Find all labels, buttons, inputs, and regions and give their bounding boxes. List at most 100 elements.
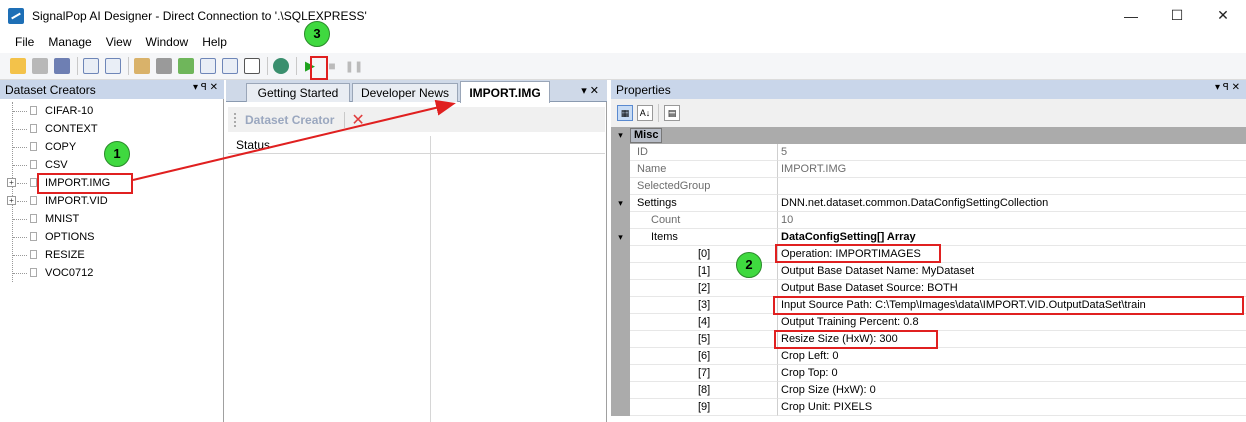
property-value[interactable]: 5 [778, 144, 1246, 161]
close-button[interactable]: ✕ [1200, 0, 1246, 31]
property-row[interactable]: Name IMPORT.IMG [611, 161, 1246, 178]
panel-pin-controls[interactable]: ▾ ꟼ ✕ [1215, 82, 1240, 93]
grid-gutter [611, 297, 630, 314]
collapse-icon[interactable]: ▾ [611, 229, 630, 246]
property-row[interactable]: [1] Output Base Dataset Name: MyDataset [611, 263, 1246, 280]
calculator-icon[interactable] [83, 58, 99, 74]
tab-import-img[interactable]: IMPORT.IMG [460, 81, 550, 103]
property-value[interactable]: DNN.net.dataset.common.DataConfigSetting… [778, 195, 1246, 212]
dataset-creators-header: Dataset Creators ▾ ꟼ ✕ [0, 80, 224, 99]
property-value[interactable]: Crop Size (HxW): 0 [778, 382, 1246, 399]
menu-view[interactable]: View [99, 35, 139, 49]
property-row[interactable]: [6] Crop Left: 0 [611, 348, 1246, 365]
property-value[interactable] [778, 178, 1246, 195]
property-row[interactable]: ▾ Settings DNN.net.dataset.common.DataConf… [611, 195, 1246, 212]
property-row[interactable]: Count 10 [611, 212, 1246, 229]
tab-developer-news[interactable]: Developer News [352, 83, 458, 102]
dataset-creators-panel: Dataset Creators ▾ ꟼ ✕ CIFAR-10 CONTEXT … [0, 80, 224, 422]
property-row[interactable]: [8] Crop Size (HxW): 0 [611, 382, 1246, 399]
grid-gutter [611, 212, 630, 229]
tree-item[interactable]: MNIST [0, 210, 224, 228]
menu-help[interactable]: Help [195, 35, 234, 49]
grid-gutter [611, 399, 630, 416]
property-name: Count [630, 212, 778, 229]
dataset-creator-button[interactable]: Dataset Creator [245, 113, 334, 127]
property-value[interactable]: IMPORT.IMG [778, 161, 1246, 178]
dataset-icon[interactable] [134, 58, 150, 74]
tab-getting-started[interactable]: Getting Started [246, 83, 350, 102]
collapse-icon[interactable]: ▾ [611, 195, 630, 212]
column-divider [430, 136, 431, 422]
collapse-icon[interactable]: ▾ [611, 130, 630, 141]
property-name: [7] [630, 365, 778, 382]
property-row[interactable]: [9] Crop Unit: PIXELS [611, 399, 1246, 416]
connect-icon[interactable] [273, 58, 289, 74]
menu-bar: File Manage View Window Help [0, 31, 1246, 52]
save-all-icon[interactable] [54, 58, 70, 74]
callout-highlight-input-path [773, 296, 1244, 315]
open-folder-icon[interactable] [10, 58, 26, 74]
property-value[interactable]: Crop Unit: PIXELS [778, 399, 1246, 416]
property-name: [3] [630, 297, 778, 314]
document-icon[interactable] [244, 58, 260, 74]
file-icon [30, 232, 37, 241]
status-column-header: Status [228, 136, 605, 154]
maximize-button[interactable]: ☐ [1154, 0, 1200, 31]
panel-pin-controls[interactable]: ▾ ꟼ ✕ [193, 82, 218, 93]
property-value[interactable]: Output Base Dataset Source: BOTH [778, 280, 1246, 297]
title-bar: SignalPop AI Designer - Direct Connectio… [0, 0, 1246, 31]
property-name: Name [630, 161, 778, 178]
menu-file[interactable]: File [8, 35, 41, 49]
grid-gutter [611, 161, 630, 178]
dataset-creator-toolbar: Dataset Creator ✕ [228, 107, 605, 132]
chart-icon[interactable] [178, 58, 194, 74]
property-name: SelectedGroup [630, 178, 778, 195]
grid-gutter [611, 178, 630, 195]
menu-window[interactable]: Window [139, 35, 196, 49]
minimize-button[interactable]: — [1108, 0, 1154, 31]
property-row[interactable]: [2] Output Base Dataset Source: BOTH [611, 280, 1246, 297]
properties-toolbar: ▦ A↓ ▤ [611, 99, 1246, 127]
property-value[interactable]: 10 [778, 212, 1246, 229]
property-row[interactable]: SelectedGroup [611, 178, 1246, 195]
document-tabs: Getting Started Developer News IMPORT.IM… [226, 80, 607, 103]
property-name: [2] [630, 280, 778, 297]
property-row[interactable]: [7] Crop Top: 0 [611, 365, 1246, 382]
callout-highlight-run [310, 56, 328, 80]
document-area: Getting Started Developer News IMPORT.IM… [226, 80, 607, 422]
property-name: [9] [630, 399, 778, 416]
grid-gutter [611, 348, 630, 365]
property-row[interactable]: ID 5 [611, 144, 1246, 161]
pause-icon[interactable]: ❚❚ [345, 58, 363, 74]
grid-gutter [611, 246, 630, 263]
tree-item-import-vid[interactable]: + IMPORT.VID [0, 192, 224, 210]
alphabetical-icon[interactable]: A↓ [637, 105, 653, 121]
window-icon[interactable] [222, 58, 238, 74]
delete-icon[interactable]: ✕ [351, 110, 364, 130]
grid-icon[interactable] [200, 58, 216, 74]
tools-icon[interactable] [156, 58, 172, 74]
menu-manage[interactable]: Manage [41, 35, 98, 49]
grid-gutter [611, 144, 630, 161]
tree-item[interactable]: CIFAR-10 [0, 102, 224, 120]
tree-item[interactable]: RESIZE [0, 246, 224, 264]
tree-item[interactable]: OPTIONS [0, 228, 224, 246]
property-value[interactable]: Output Training Percent: 0.8 [778, 314, 1246, 331]
categorized-icon[interactable]: ▦ [617, 105, 633, 121]
toolbar-grip [234, 112, 237, 127]
property-pages-icon[interactable]: ▤ [664, 105, 680, 121]
property-value[interactable]: Output Base Dataset Name: MyDataset [778, 263, 1246, 280]
tab-controls[interactable]: ▾ ✕ [581, 84, 599, 97]
expand-icon[interactable]: + [7, 196, 16, 205]
property-value[interactable]: Crop Left: 0 [778, 348, 1246, 365]
file-icon [30, 124, 37, 133]
dc-icon[interactable] [105, 58, 121, 74]
property-name: [8] [630, 382, 778, 399]
tree-item[interactable]: VOC0712 [0, 264, 224, 282]
expand-icon[interactable]: + [7, 178, 16, 187]
tree-item[interactable]: CONTEXT [0, 120, 224, 138]
category-misc[interactable]: ▾ Misc [611, 127, 1246, 144]
property-value[interactable]: Crop Top: 0 [778, 365, 1246, 382]
property-row[interactable]: [4] Output Training Percent: 0.8 [611, 314, 1246, 331]
save-icon[interactable] [32, 58, 48, 74]
